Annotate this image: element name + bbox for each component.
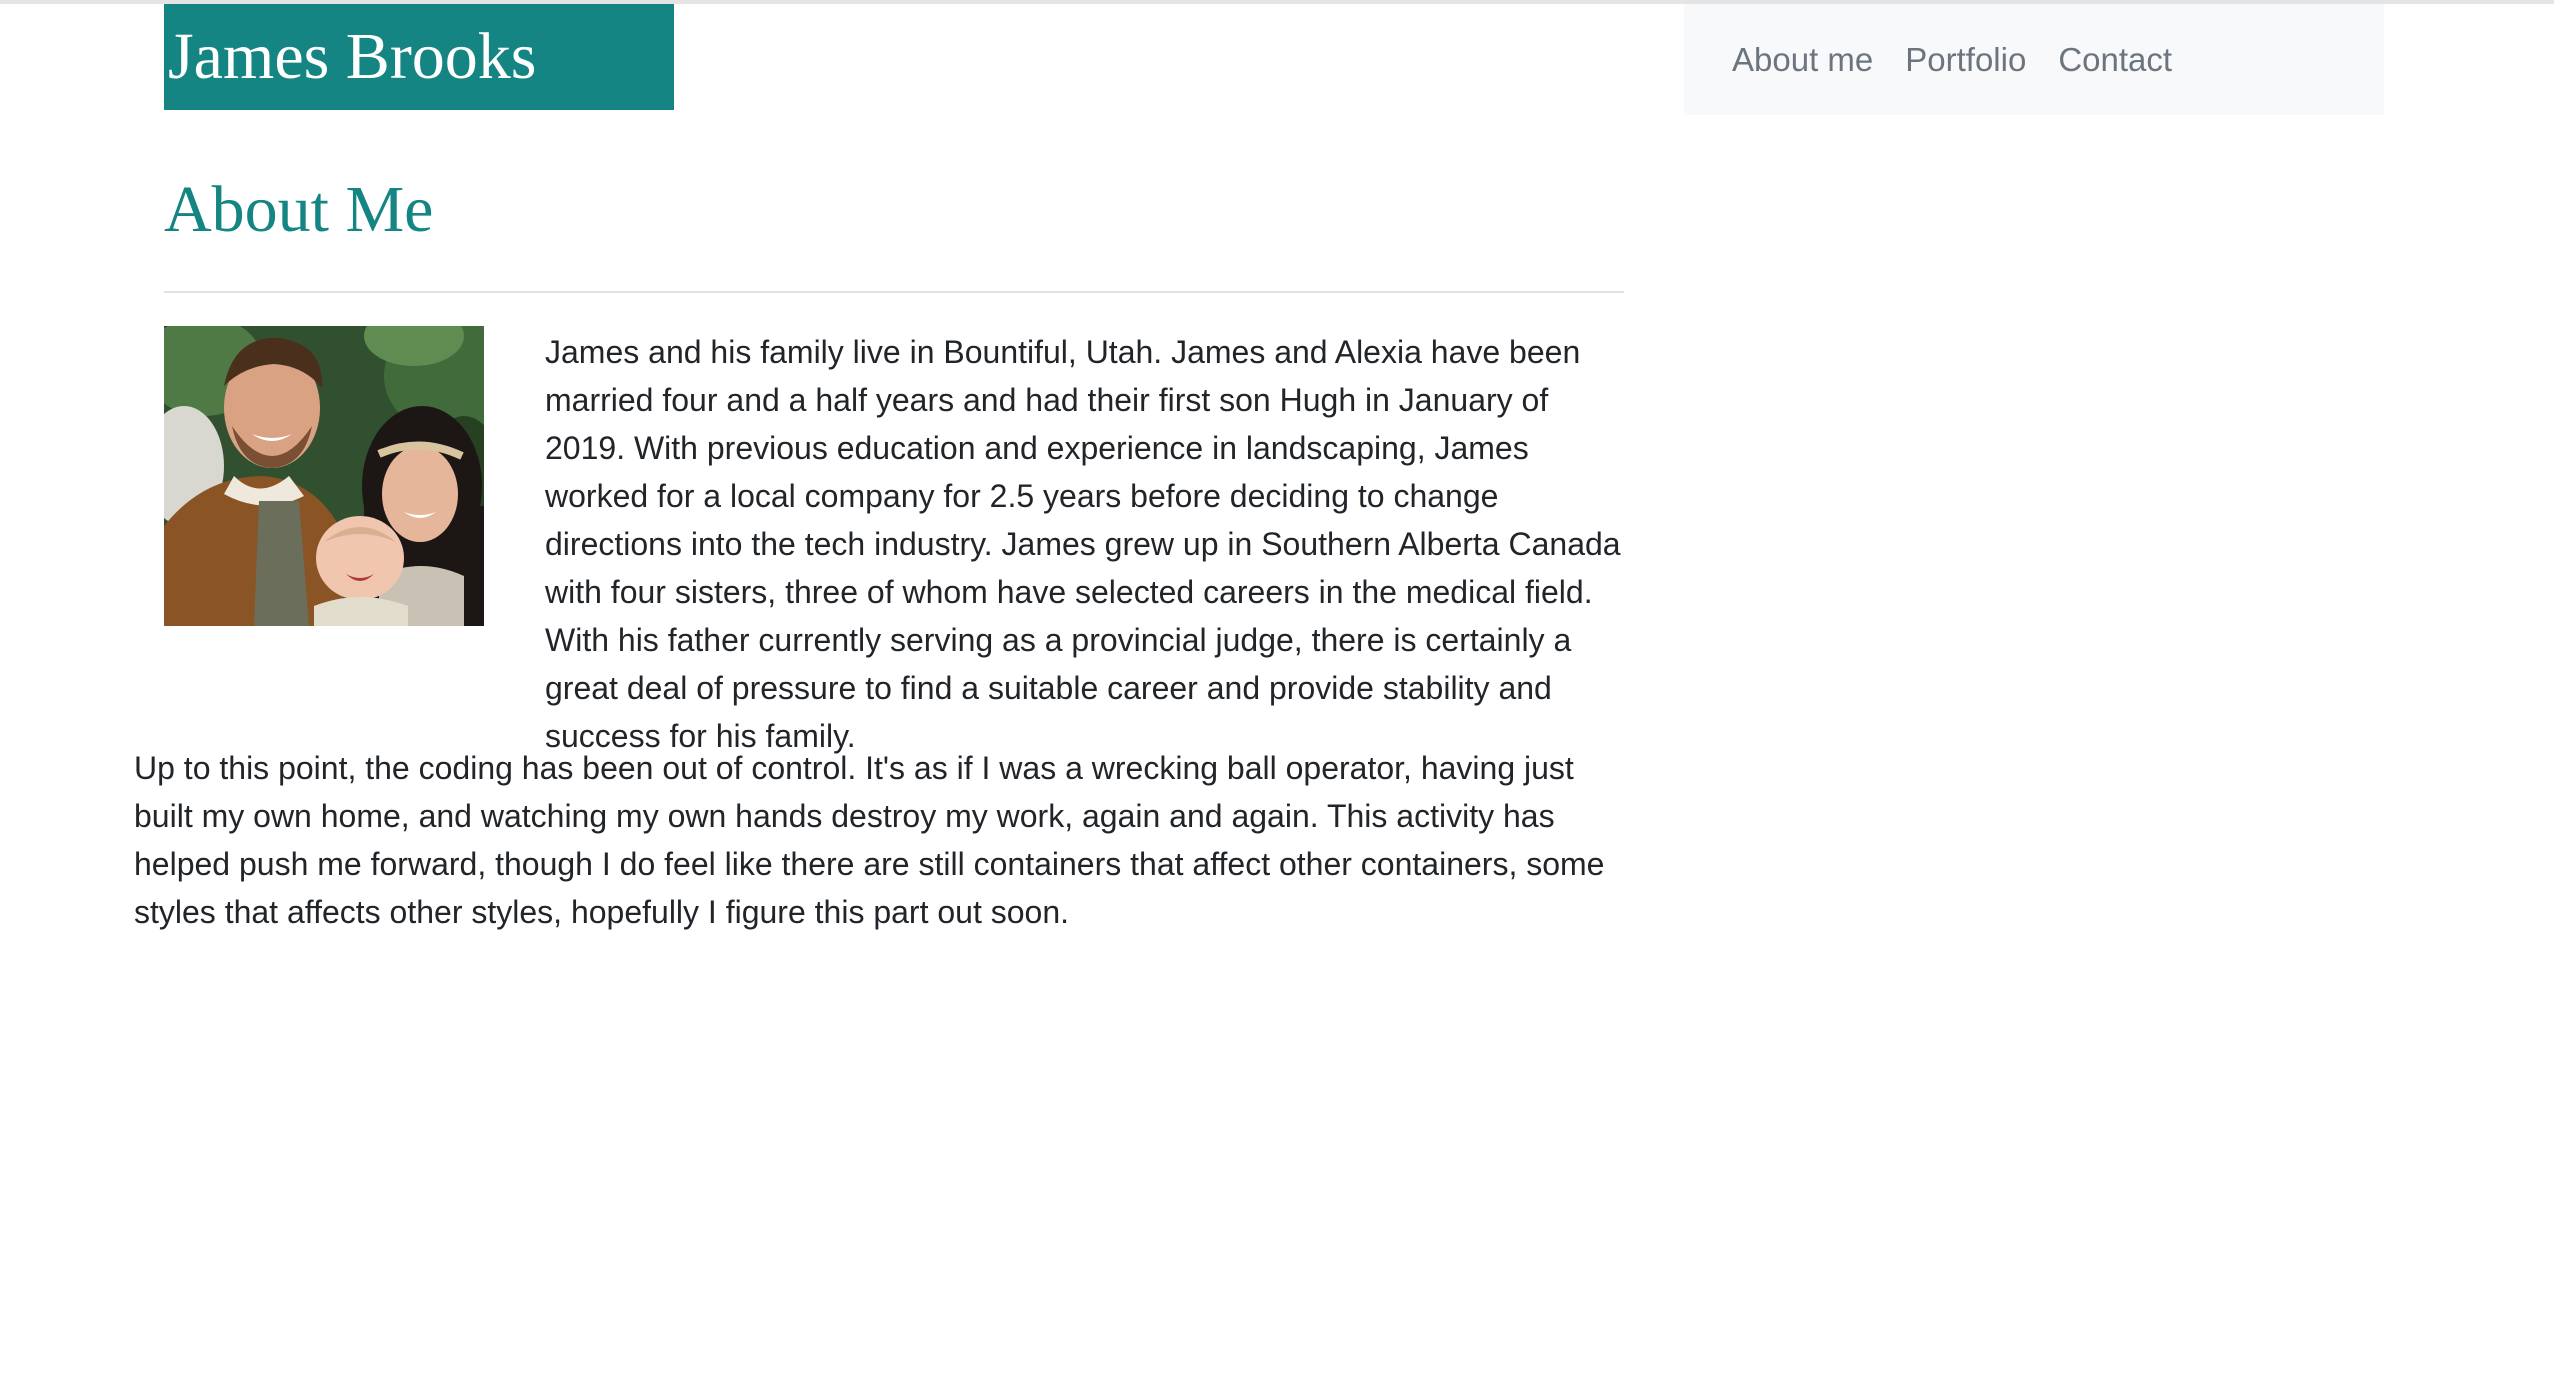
family-photo [164,326,484,626]
page-title: About Me [164,173,434,246]
nav-link-contact[interactable]: Contact [2058,41,2172,79]
about-paragraph-2: Up to this point, the coding has been ou… [134,750,1605,930]
title-divider [164,291,1624,293]
nav-link-about-me[interactable]: About me [1732,41,1873,79]
about-paragraph-1: James and his family live in Bountiful, … [545,334,1621,754]
brand-name: James Brooks [168,20,537,93]
brand-banner: James Brooks [164,4,674,110]
nav-link-portfolio[interactable]: Portfolio [1905,41,2026,79]
main-nav: About me Portfolio Contact [1684,4,2384,115]
